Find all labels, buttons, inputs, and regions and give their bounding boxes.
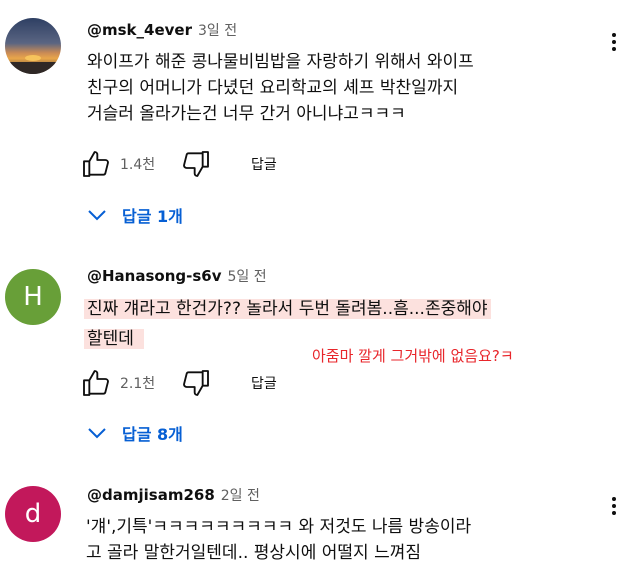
sunset-photo-icon — [5, 18, 61, 74]
highlighted-comment-line: 할텐데 — [84, 329, 144, 349]
comment-line: '걔',기특'ㅋㅋㅋㅋㅋㅋㅋㅋㅋ 와 저것도 나름 방송이라 — [86, 517, 472, 537]
comment-text: 진짜 걔라고 한건가?? 놀라서 두번 돌려봄..흠...존중해야 할텐데 — [84, 296, 491, 352]
highlighted-comment-line: 진짜 걔라고 한건가?? 놀라서 두번 돌려봄..흠...존중해야 — [84, 299, 491, 319]
more-actions-button[interactable] — [604, 30, 624, 54]
avatar[interactable]: H — [5, 269, 61, 325]
comment-author[interactable]: @damjisam268 — [87, 486, 215, 504]
comment-text: '걔',기특'ㅋㅋㅋㅋㅋㅋㅋㅋㅋ 와 저것도 나름 방송이라 고 골라 말한거일… — [86, 514, 471, 566]
comment-time[interactable]: 2일 전 — [221, 488, 260, 504]
view-replies-button[interactable]: 답글 8개 — [86, 416, 183, 450]
replies-label: 답글 8개 — [122, 425, 183, 444]
like-count: 2.1천 — [120, 376, 156, 392]
comment-line: 고 골라 말한거일텐데.. 평상시에 어떨지 느껴짐 — [86, 543, 421, 563]
red-annotation-text: 아줌마 깔게 그거밖에 없음요?ㅋ — [312, 347, 514, 365]
avatar[interactable] — [5, 18, 61, 74]
vertical-ellipsis-icon — [612, 497, 616, 515]
vertical-ellipsis-icon — [612, 33, 616, 51]
reply-button[interactable]: 답글 — [251, 367, 277, 399]
thumb-up-icon — [83, 151, 109, 177]
replies-label: 답글 1개 — [122, 207, 183, 226]
like-count: 1.4천 — [120, 157, 156, 173]
comment-line: 거슬러 올라가는건 너무 간거 아니냐고ㅋㅋㅋ — [87, 104, 406, 124]
chevron-down-icon — [88, 428, 106, 439]
comment-author[interactable]: @msk_4ever — [87, 21, 192, 39]
comment-line: 친구의 어머니가 다녔던 요리학교의 셰프 박찬일까지 — [87, 78, 459, 98]
comment-line: 와이프가 해준 콩나물비빔밥을 자랑하기 위해서 와이프 — [87, 52, 474, 72]
like-button[interactable]: 1.4천 — [80, 148, 155, 180]
thumb-down-icon — [183, 370, 209, 396]
avatar-letter: H — [23, 282, 43, 312]
comment-text: 와이프가 해준 콩나물비빔밥을 자랑하기 위해서 와이프 친구의 어머니가 다녔… — [87, 49, 474, 127]
comment-time[interactable]: 3일 전 — [198, 23, 237, 39]
dislike-button[interactable] — [180, 148, 212, 180]
like-button[interactable]: 2.1천 — [80, 367, 155, 399]
comment-time[interactable]: 5일 전 — [228, 269, 267, 285]
comment-author[interactable]: @Hanasong-s6v — [87, 267, 222, 285]
avatar-letter: d — [24, 499, 42, 529]
reply-button[interactable]: 답글 — [251, 148, 277, 180]
avatar[interactable]: d — [5, 486, 61, 542]
thumb-down-icon — [183, 151, 209, 177]
view-replies-button[interactable]: 답글 1개 — [86, 198, 183, 232]
thumb-up-icon — [83, 370, 109, 396]
more-actions-button[interactable] — [604, 494, 624, 518]
dislike-button[interactable] — [180, 367, 212, 399]
chevron-down-icon — [88, 210, 106, 221]
